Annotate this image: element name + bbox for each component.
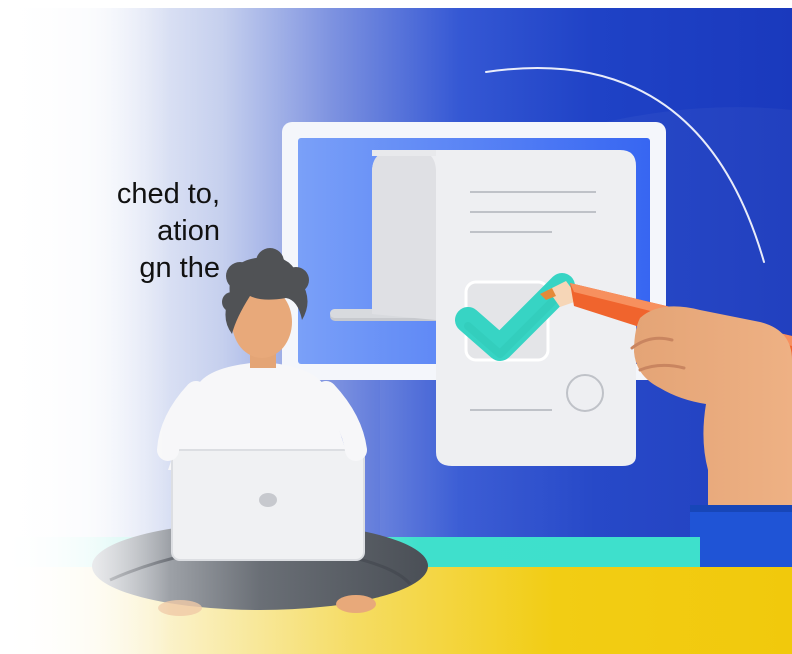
illustration-stage: ched to, ation gn the <box>0 0 792 654</box>
hair-curl <box>226 262 254 290</box>
document-scroll-roll <box>372 150 436 320</box>
top-border <box>0 0 792 8</box>
text-line-2: ation <box>157 215 220 247</box>
hair-curl <box>283 267 309 293</box>
text-line-1: ched to, <box>116 178 220 210</box>
hair-curl <box>222 292 242 312</box>
text-line-3: gn the <box>139 252 220 284</box>
foot <box>336 595 376 613</box>
laptop-logo-icon <box>259 493 277 507</box>
hair-curl <box>256 248 284 276</box>
e-signature-illustration <box>0 0 792 654</box>
left-white-fade <box>0 0 170 654</box>
sleeve-cuff <box>690 505 792 570</box>
clipped-body-text: ched to, ation gn the <box>0 176 220 287</box>
sleeve-edge <box>690 505 792 512</box>
document-top-edge <box>372 150 436 156</box>
